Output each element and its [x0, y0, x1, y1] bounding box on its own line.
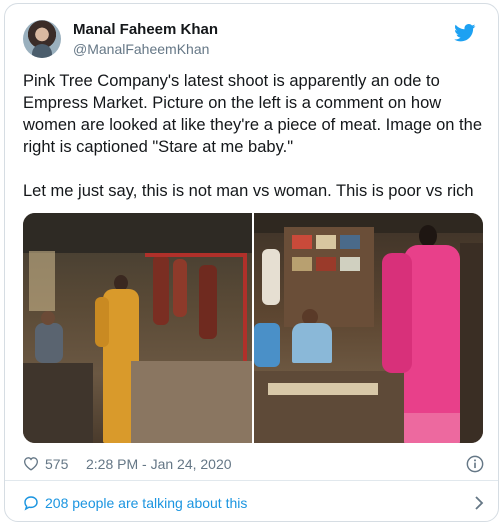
tweet-card[interactable]: Manal Faheem Khan @ManalFaheemKhan Pink …	[4, 3, 499, 522]
info-icon[interactable]	[466, 455, 484, 473]
divider	[5, 480, 498, 481]
tweet-meta: 575 2:28 PM - Jan 24, 2020	[23, 454, 488, 474]
tweet-paragraph: Let me just say, this is not man vs woma…	[23, 182, 474, 200]
photo-left[interactable]	[23, 213, 252, 443]
tweet-paragraph: Pink Tree Company's latest shoot is appa…	[23, 72, 482, 156]
chevron-right-icon[interactable]	[474, 495, 484, 511]
speech-bubble-icon	[24, 496, 38, 511]
like-count[interactable]: 575	[45, 456, 68, 472]
tweet-text: Pink Tree Company's latest shoot is appa…	[23, 70, 488, 202]
author-handle[interactable]: @ManalFaheemKhan	[73, 41, 209, 57]
conversation-count[interactable]: 208 people are talking about this	[45, 495, 247, 511]
heart-icon[interactable]	[23, 456, 39, 471]
avatar[interactable]	[23, 20, 61, 58]
media-grid	[23, 213, 483, 443]
photo-right[interactable]	[254, 213, 483, 443]
timestamp[interactable]: 2:28 PM - Jan 24, 2020	[86, 456, 232, 472]
conversation-link[interactable]: 208 people are talking about this	[23, 493, 488, 513]
tweet-header: Manal Faheem Khan @ManalFaheemKhan	[23, 18, 484, 62]
twitter-bird-icon[interactable]	[454, 24, 476, 42]
author-name[interactable]: Manal Faheem Khan	[73, 21, 218, 38]
